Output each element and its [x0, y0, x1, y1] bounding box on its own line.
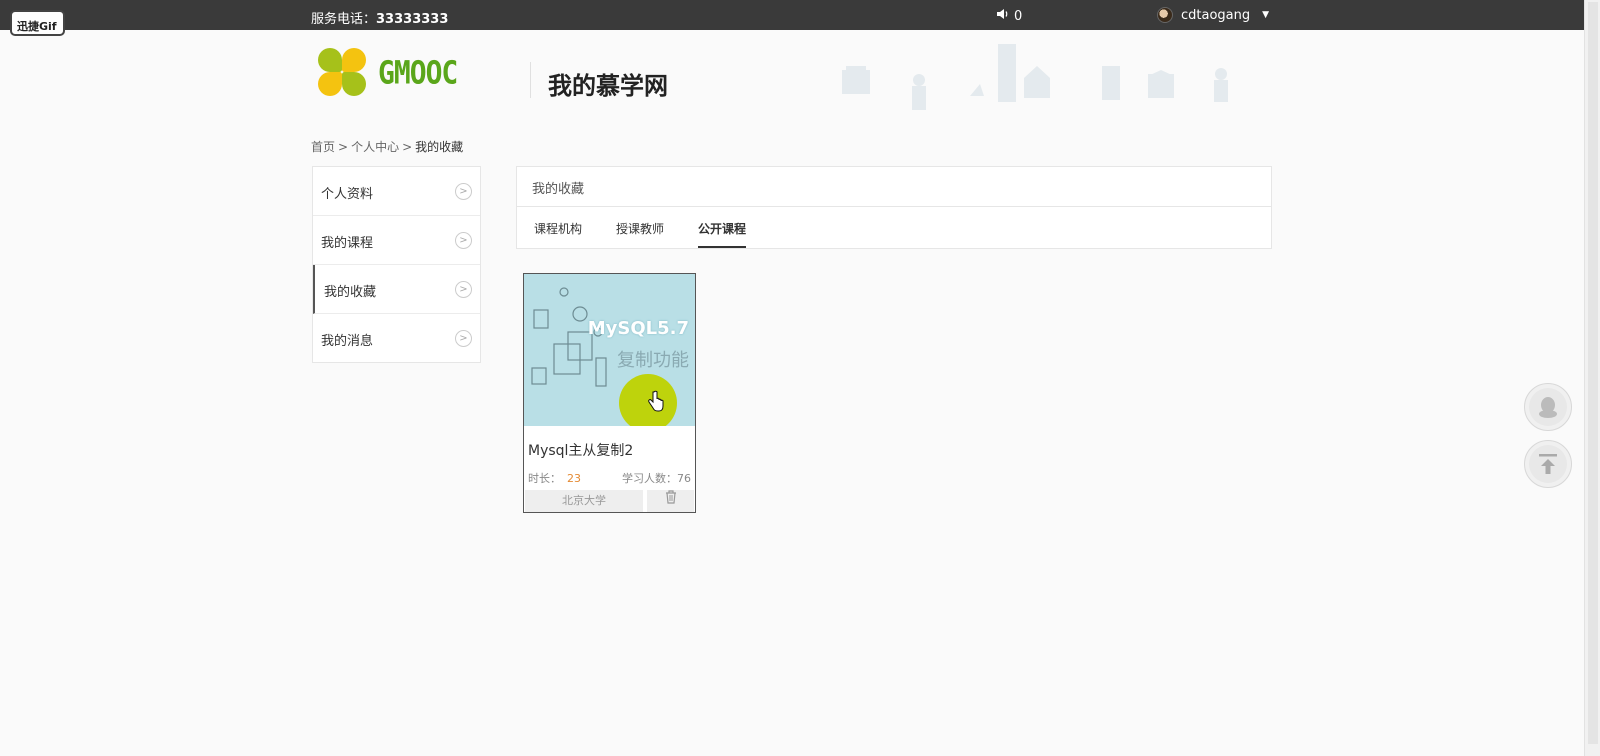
breadcrumb-home[interactable]: 首页: [311, 140, 335, 154]
skyline-decoration: [842, 44, 1228, 110]
tab-open-courses[interactable]: 公开课程: [698, 207, 747, 248]
user-menu[interactable]: cdtaogang ▼: [1157, 7, 1269, 23]
message-indicator[interactable]: 0: [996, 8, 1022, 24]
qq-icon: [1539, 397, 1557, 418]
breadcrumb-separator: >: [402, 140, 413, 154]
service-phone: 服务电话：33333333: [311, 8, 448, 27]
course-card-footer: 北京大学: [525, 490, 694, 512]
speaker-icon: [996, 8, 1009, 24]
logo-icon: [318, 48, 366, 96]
breadcrumb: 首页 > 个人中心 > 我的收藏: [311, 138, 463, 155]
breadcrumb-user-center[interactable]: 个人中心: [351, 140, 399, 154]
username: cdtaogang: [1181, 7, 1251, 23]
gif-recorder-badge: 迅捷Gif: [10, 10, 65, 36]
sidebar-item-label: 我的消息: [321, 334, 374, 349]
sidebar-item-label: 个人资料: [321, 187, 374, 202]
avatar: [1157, 7, 1173, 23]
chevron-right-icon: >: [455, 330, 472, 347]
message-count: 0: [1014, 8, 1023, 24]
course-thumbnail[interactable]: MySQL5.7 复制功能: [524, 274, 695, 426]
delete-favorite-button[interactable]: [647, 490, 694, 512]
favorites-tabs: 课程机构 授课教师 公开课程: [517, 207, 1271, 248]
sidebar-item-label: 我的收藏: [324, 285, 377, 300]
tab-teachers[interactable]: 授课教师: [616, 207, 664, 248]
back-to-top-button[interactable]: [1524, 440, 1572, 488]
course-meta: 时长： 23 学习人数：76: [524, 460, 695, 486]
header-divider: [530, 62, 531, 98]
duration-label: 时长：: [528, 472, 561, 485]
students-value: 76: [677, 472, 691, 485]
back-to-top-icon: [1539, 454, 1557, 474]
thumbnail-title: MySQL5.7: [587, 318, 689, 339]
top-bar: 服务电话：33333333 0 cdtaogang ▼: [0, 0, 1584, 30]
sidebar-item-courses[interactable]: 我的课程 >: [313, 216, 480, 265]
course-duration: 时长： 23: [528, 470, 581, 486]
service-number: 33333333: [376, 12, 449, 27]
service-label: 服务电话：: [311, 12, 377, 27]
sidebar: 个人资料 > 我的课程 > 我的收藏 > 我的消息 >: [312, 166, 481, 363]
sidebar-item-profile[interactable]: 个人资料 >: [313, 167, 480, 216]
sidebar-item-messages[interactable]: 我的消息 >: [313, 314, 480, 362]
students-label: 学习人数：: [622, 472, 677, 485]
sidebar-item-label: 我的课程: [321, 236, 374, 251]
trash-icon: [665, 490, 676, 504]
course-students: 学习人数：76: [622, 470, 691, 486]
caret-down-icon: ▼: [1262, 10, 1270, 20]
favorites-panel: 我的收藏 课程机构 授课教师 公开课程: [516, 166, 1272, 249]
breadcrumb-separator: >: [338, 140, 349, 154]
course-title[interactable]: Mysql主从复制2: [524, 426, 695, 460]
site-logo[interactable]: GMOOC: [318, 48, 458, 96]
hand-cursor-icon: [648, 390, 664, 418]
sidebar-item-favorites[interactable]: 我的收藏 >: [313, 265, 480, 314]
logo-text: GMOOC: [378, 53, 458, 91]
chevron-right-icon: >: [455, 183, 472, 200]
scrollbar-thumb[interactable]: [1588, 2, 1598, 744]
thumbnail-subtitle: 复制功能: [617, 350, 689, 371]
chevron-right-icon: >: [455, 281, 472, 298]
page-title: 我的慕学网: [548, 72, 668, 100]
chevron-right-icon: >: [455, 232, 472, 249]
breadcrumb-current: 我的收藏: [415, 140, 464, 154]
course-card[interactable]: MySQL5.7 复制功能 Mysql主从复制2 时长： 23 学习人数：76 北…: [523, 273, 696, 513]
duration-value: 23: [567, 472, 581, 485]
tab-organizations[interactable]: 课程机构: [534, 207, 582, 248]
course-org-button[interactable]: 北京大学: [525, 490, 643, 512]
qq-contact-button[interactable]: [1524, 383, 1572, 431]
scrollbar[interactable]: [1584, 0, 1600, 756]
panel-heading: 我的收藏: [517, 167, 1271, 207]
